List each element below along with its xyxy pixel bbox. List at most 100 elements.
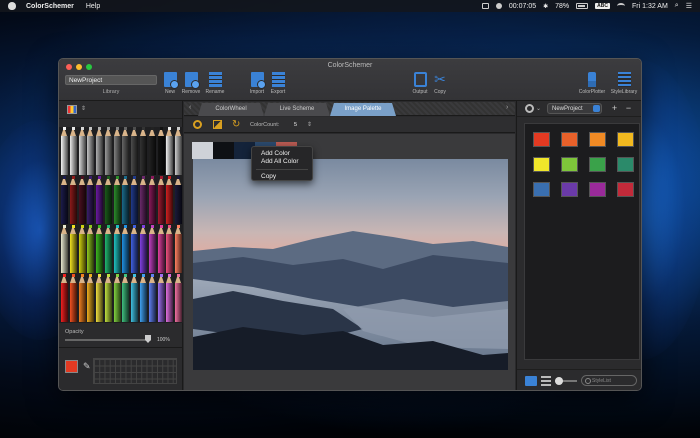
- color-wells-grid[interactable]: [93, 358, 177, 384]
- settings-gear-icon[interactable]: [193, 120, 202, 129]
- color-pencil[interactable]: [174, 274, 183, 322]
- current-color-well[interactable]: [65, 360, 78, 373]
- color-pencil[interactable]: [148, 176, 157, 224]
- screen-icon[interactable]: [481, 3, 489, 9]
- color-pencil[interactable]: [165, 176, 174, 224]
- apple-icon[interactable]: [8, 2, 16, 10]
- color-pencil[interactable]: [78, 225, 87, 273]
- pencil-palette[interactable]: [59, 127, 183, 323]
- style-search-input[interactable]: StyleList: [581, 375, 637, 386]
- color-pencil[interactable]: [139, 274, 148, 322]
- gear-icon[interactable]: [525, 104, 534, 113]
- color-pencil[interactable]: [121, 225, 130, 273]
- scheme-swatch[interactable]: [589, 182, 606, 197]
- tab-colorwheel[interactable]: ColorWheel: [198, 103, 264, 116]
- color-pencil[interactable]: [174, 127, 183, 175]
- color-pencil[interactable]: [113, 225, 122, 273]
- color-pencil[interactable]: [69, 225, 78, 273]
- opacity-slider[interactable]: [65, 339, 151, 341]
- color-pencil[interactable]: [130, 176, 139, 224]
- color-pencil[interactable]: [130, 274, 139, 322]
- color-pencil[interactable]: [121, 274, 130, 322]
- color-pencil[interactable]: [78, 127, 87, 175]
- battery-icon[interactable]: [576, 3, 589, 9]
- color-pencil[interactable]: [60, 225, 69, 273]
- color-pencil[interactable]: [86, 274, 95, 322]
- color-pencil[interactable]: [78, 176, 87, 224]
- color-pencil[interactable]: [69, 274, 78, 322]
- color-pencil[interactable]: [174, 225, 183, 273]
- color-pencil[interactable]: [104, 176, 113, 224]
- color-pencil[interactable]: [157, 127, 166, 175]
- size-slider-knob[interactable]: [555, 377, 563, 385]
- export-button[interactable]: Export: [265, 72, 291, 95]
- color-pencil[interactable]: [60, 274, 69, 322]
- scheme-swatch[interactable]: [533, 132, 550, 147]
- color-pencil[interactable]: [165, 225, 174, 273]
- palette-swatch[interactable]: [213, 142, 234, 159]
- image-open-icon[interactable]: [213, 120, 222, 129]
- color-pencil[interactable]: [78, 274, 87, 322]
- colorplotter-button[interactable]: ColorPlotter: [577, 72, 607, 95]
- stylelibrary-button[interactable]: StyleLibrary: [608, 72, 640, 95]
- color-pencil[interactable]: [165, 274, 174, 322]
- timer-readout[interactable]: 00:07:05: [509, 3, 536, 10]
- scheme-swatch[interactable]: [561, 182, 578, 197]
- color-pencil[interactable]: [157, 274, 166, 322]
- remove-button[interactable]: Remove: [178, 72, 204, 95]
- scheme-swatch[interactable]: [589, 157, 606, 172]
- color-pencil[interactable]: [60, 176, 69, 224]
- scheme-swatch[interactable]: [589, 132, 606, 147]
- color-pencil[interactable]: [69, 176, 78, 224]
- color-pencil[interactable]: [60, 127, 69, 175]
- scheme-swatch[interactable]: [561, 157, 578, 172]
- rename-button[interactable]: Rename: [202, 72, 228, 95]
- bluetooth-icon[interactable]: ✱: [543, 3, 548, 10]
- source-photo[interactable]: [193, 159, 508, 370]
- add-icon[interactable]: +: [609, 103, 620, 114]
- color-pencil[interactable]: [130, 225, 139, 273]
- clock[interactable]: Fri 1:32 AM: [632, 3, 668, 10]
- color-pencil[interactable]: [174, 176, 183, 224]
- tab-image-palette[interactable]: Image Palette: [330, 103, 396, 116]
- color-pencil[interactable]: [113, 176, 122, 224]
- color-pencil[interactable]: [157, 176, 166, 224]
- scheme-swatch[interactable]: [617, 182, 634, 197]
- color-count-stepper-icon[interactable]: ⇕: [307, 121, 312, 128]
- opacity-slider-knob[interactable]: [145, 335, 151, 343]
- scheme-swatch[interactable]: [617, 132, 634, 147]
- project-select[interactable]: NewProject: [547, 103, 602, 114]
- color-pencil[interactable]: [104, 274, 113, 322]
- chevron-down-icon[interactable]: ⌄: [536, 105, 541, 112]
- color-pencil[interactable]: [95, 127, 104, 175]
- color-pencil[interactable]: [104, 127, 113, 175]
- color-pencil[interactable]: [113, 127, 122, 175]
- color-pencil[interactable]: [121, 127, 130, 175]
- search-icon[interactable]: ⌕: [675, 2, 679, 10]
- scheme-swatch[interactable]: [561, 132, 578, 147]
- tab-live-scheme[interactable]: Live Scheme: [264, 103, 330, 116]
- color-pencil[interactable]: [139, 127, 148, 175]
- tab-right-arrow-icon[interactable]: ›: [506, 104, 508, 111]
- color-pencil[interactable]: [139, 225, 148, 273]
- menu-add-color[interactable]: Add Color: [252, 150, 312, 158]
- copy-button[interactable]: ✂ Copy: [427, 72, 453, 96]
- wifi-icon[interactable]: [617, 3, 625, 9]
- list-view-icon[interactable]: [541, 376, 551, 386]
- color-pencil[interactable]: [121, 176, 130, 224]
- tab-left-arrow-icon[interactable]: ‹: [189, 104, 191, 111]
- record-icon[interactable]: [495, 3, 502, 9]
- scheme-swatch[interactable]: [617, 157, 634, 172]
- remove-icon[interactable]: −: [623, 103, 634, 114]
- color-pencil[interactable]: [130, 127, 139, 175]
- menu-copy[interactable]: Copy: [252, 173, 312, 181]
- color-pencil[interactable]: [86, 176, 95, 224]
- swatch-set-icon[interactable]: [67, 105, 77, 114]
- refresh-icon[interactable]: ↻: [232, 120, 241, 130]
- palette-swatch[interactable]: [192, 142, 213, 159]
- menu-app-name[interactable]: ColorSchemer: [26, 3, 74, 10]
- menu-help[interactable]: Help: [86, 3, 100, 10]
- scheme-swatch[interactable]: [533, 157, 550, 172]
- input-source[interactable]: ABC: [595, 3, 610, 9]
- color-pencil[interactable]: [157, 225, 166, 273]
